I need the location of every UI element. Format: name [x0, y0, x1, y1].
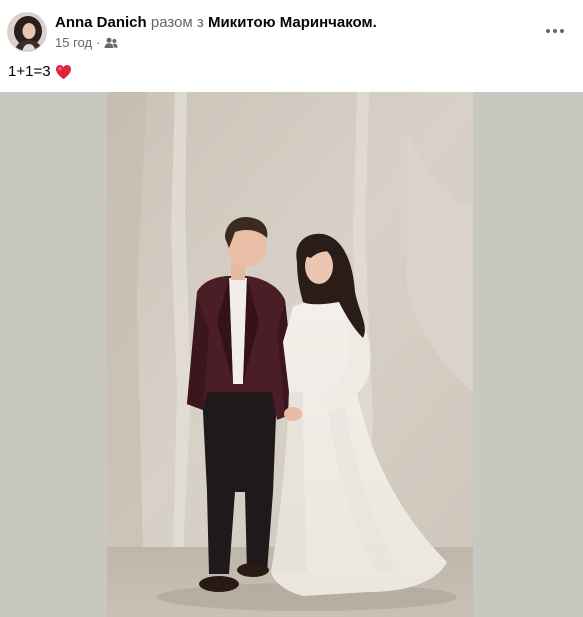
red-heart-icon: [55, 64, 72, 80]
post-header: Anna Danich разом з Микитою Маринчаком. …: [0, 0, 583, 60]
post-media[interactable]: [0, 92, 583, 617]
post-message: 1+1=3: [8, 62, 72, 82]
author-name-link[interactable]: Anna Danich: [55, 14, 147, 31]
more-horizontal-icon: [546, 29, 550, 33]
post-title-line: Anna Danich разом з Микитою Маринчаком.: [55, 13, 377, 32]
author-avatar[interactable]: [7, 12, 47, 52]
facebook-post: Anna Danich разом з Микитою Маринчаком. …: [0, 0, 583, 617]
couple-photo-image: [107, 92, 473, 617]
avatar-image: [8, 13, 46, 51]
post-timestamp-link[interactable]: 15 год: [55, 35, 92, 51]
post-photo[interactable]: [107, 92, 473, 617]
more-options-button[interactable]: [539, 17, 571, 45]
with-text: разом з: [150, 14, 204, 31]
post-meta: 15 год ·: [55, 35, 119, 51]
tagged-person-link[interactable]: Микитою Маринчаком.: [208, 14, 377, 31]
post-message-text: 1+1=3: [8, 63, 51, 80]
friends-icon[interactable]: [104, 37, 119, 49]
meta-separator: ·: [96, 35, 101, 50]
